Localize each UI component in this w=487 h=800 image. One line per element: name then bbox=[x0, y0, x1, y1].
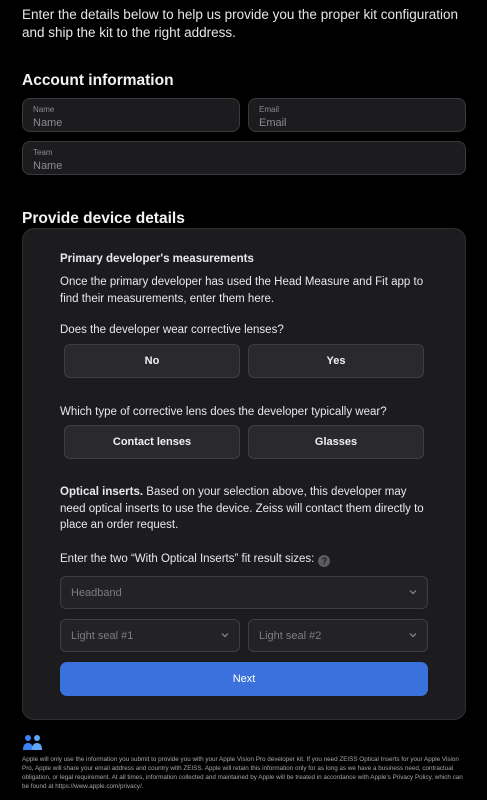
device-section-title: Provide device details bbox=[22, 210, 185, 227]
fit-sizes-prompt: Enter the two “With Optical Inserts” fit… bbox=[60, 551, 331, 568]
light-seal-1-select[interactable]: Light seal #1 bbox=[60, 619, 240, 652]
name-field-label: Name bbox=[33, 105, 55, 114]
contact-lenses-button[interactable]: Contact lenses bbox=[64, 425, 240, 459]
help-icon[interactable]: ? bbox=[318, 555, 331, 568]
light-seal-1-placeholder: Light seal #1 bbox=[71, 629, 134, 642]
measurements-subtitle: Primary developer's measurements bbox=[60, 253, 254, 265]
people-icon bbox=[23, 735, 42, 750]
optical-inserts-text: Optical inserts. Based on your selection… bbox=[60, 484, 430, 534]
chevron-down-icon bbox=[409, 590, 417, 595]
intro-text: Enter the details below to help us provi… bbox=[22, 7, 459, 40]
light-seal-2-select[interactable]: Light seal #2 bbox=[248, 619, 428, 652]
privacy-notice: Apple will only use the information you … bbox=[22, 756, 463, 790]
team-field-label: Team bbox=[33, 148, 53, 157]
measurements-description: Once the primary developer has used the … bbox=[60, 276, 424, 305]
light-seal-2-placeholder: Light seal #2 bbox=[259, 629, 322, 642]
team-field[interactable]: Team Name bbox=[22, 141, 466, 175]
team-field-value: Name bbox=[33, 160, 63, 172]
lens-type-question: Which type of corrective lens does the d… bbox=[60, 406, 387, 418]
lenses-question: Does the developer wear corrective lense… bbox=[60, 324, 284, 336]
account-section-title: Account information bbox=[22, 72, 174, 89]
email-field[interactable]: Email Email bbox=[248, 98, 466, 132]
yes-button[interactable]: Yes bbox=[248, 344, 424, 378]
next-button[interactable]: Next bbox=[60, 662, 428, 696]
headband-placeholder: Headband bbox=[71, 586, 122, 599]
name-field-value: Name bbox=[33, 117, 63, 129]
chevron-down-icon bbox=[409, 633, 417, 638]
email-field-value: Email bbox=[259, 117, 287, 129]
headband-select[interactable]: Headband bbox=[60, 576, 428, 609]
email-field-label: Email bbox=[259, 105, 280, 114]
no-button[interactable]: No bbox=[64, 344, 240, 378]
optical-inserts-title: Optical inserts. bbox=[60, 486, 144, 498]
glasses-button[interactable]: Glasses bbox=[248, 425, 424, 459]
name-field[interactable]: Name Name bbox=[22, 98, 240, 132]
fit-sizes-prompt-text: Enter the two “With Optical Inserts” fit… bbox=[60, 553, 315, 565]
chevron-down-icon bbox=[221, 633, 229, 638]
